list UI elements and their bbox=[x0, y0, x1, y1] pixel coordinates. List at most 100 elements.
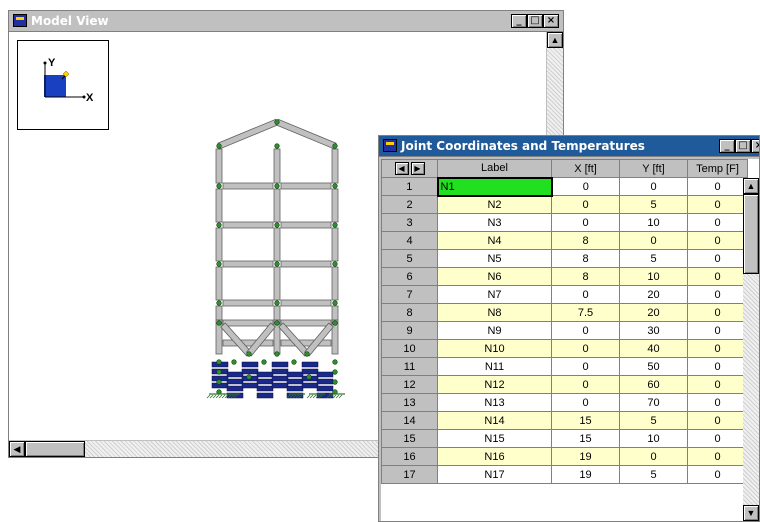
table-row[interactable]: 7 N7 0 20 0 bbox=[381, 285, 748, 304]
row-number[interactable]: 1 bbox=[381, 177, 438, 196]
close-button[interactable]: × bbox=[751, 139, 759, 153]
grid-scroll-thumb[interactable] bbox=[743, 194, 759, 274]
x-cell[interactable]: 0 bbox=[551, 321, 620, 340]
y-cell[interactable]: 40 bbox=[619, 339, 688, 358]
x-cell[interactable]: 15 bbox=[551, 429, 620, 448]
y-cell[interactable]: 70 bbox=[619, 393, 688, 412]
table-row[interactable]: 11 N11 0 50 0 bbox=[381, 357, 748, 376]
table-row[interactable]: 6 N6 8 10 0 bbox=[381, 267, 748, 286]
x-cell[interactable]: 8 bbox=[551, 267, 620, 286]
label-cell[interactable]: N5 bbox=[437, 249, 552, 268]
temp-cell[interactable]: 0 bbox=[687, 321, 748, 340]
temp-cell[interactable]: 0 bbox=[687, 411, 748, 430]
column-header-temp[interactable]: Temp [F] bbox=[687, 159, 748, 178]
label-cell[interactable]: N2 bbox=[437, 195, 552, 214]
temp-cell[interactable]: 0 bbox=[687, 195, 748, 214]
joint-grid-area[interactable]: ◀ ▶ Label X [ft] Y [ft] Temp [F] 1 N1 0 0 0 2 N… bbox=[381, 159, 759, 521]
table-row[interactable]: 16 N16 19 0 0 bbox=[381, 447, 748, 466]
table-row[interactable]: 13 N13 0 70 0 bbox=[381, 393, 748, 412]
scroll-left-button[interactable]: ◀ bbox=[9, 441, 25, 457]
row-number[interactable]: 17 bbox=[381, 465, 438, 484]
x-cell[interactable]: 0 bbox=[551, 177, 620, 196]
table-row[interactable]: 17 N17 19 5 0 bbox=[381, 465, 748, 484]
row-number[interactable]: 6 bbox=[381, 267, 438, 286]
label-cell[interactable]: N6 bbox=[437, 267, 552, 286]
column-header-label[interactable]: Label bbox=[437, 159, 552, 178]
temp-cell[interactable]: 0 bbox=[687, 357, 748, 376]
x-cell[interactable]: 0 bbox=[551, 339, 620, 358]
grid-scroll-up-button[interactable]: ▲ bbox=[743, 178, 759, 194]
joint-window-titlebar[interactable]: Joint Coordinates and Temperatures _ □ × bbox=[379, 136, 759, 157]
label-cell[interactable]: N17 bbox=[437, 465, 552, 484]
temp-cell[interactable]: 0 bbox=[687, 339, 748, 358]
temp-cell[interactable]: 0 bbox=[687, 177, 748, 196]
table-row[interactable]: 1 N1 0 0 0 bbox=[381, 176, 748, 197]
grid-scroll-down-button[interactable]: ▼ bbox=[743, 505, 759, 521]
column-header-x[interactable]: X [ft] bbox=[551, 159, 620, 178]
temp-cell[interactable]: 0 bbox=[687, 231, 748, 250]
table-row[interactable]: 4 N4 8 0 0 bbox=[381, 231, 748, 250]
label-cell[interactable]: N9 bbox=[437, 321, 552, 340]
x-cell[interactable]: 8 bbox=[551, 249, 620, 268]
row-number[interactable]: 15 bbox=[381, 429, 438, 448]
x-cell[interactable]: 0 bbox=[551, 357, 620, 376]
table-row[interactable]: 2 N2 0 5 0 bbox=[381, 195, 748, 214]
table-row[interactable]: 9 N9 0 30 0 bbox=[381, 321, 748, 340]
y-cell[interactable]: 10 bbox=[619, 267, 688, 286]
label-cell[interactable]: N10 bbox=[437, 339, 552, 358]
temp-cell[interactable]: 0 bbox=[687, 465, 748, 484]
row-number[interactable]: 2 bbox=[381, 195, 438, 214]
model-view-titlebar[interactable]: Model View _ □ × bbox=[9, 11, 563, 32]
row-number[interactable]: 8 bbox=[381, 303, 438, 322]
temp-cell[interactable]: 0 bbox=[687, 267, 748, 286]
row-number[interactable]: 16 bbox=[381, 447, 438, 466]
label-cell[interactable]: N8 bbox=[437, 303, 552, 322]
table-row[interactable]: 15 N15 15 10 0 bbox=[381, 429, 748, 448]
temp-cell[interactable]: 0 bbox=[687, 303, 748, 322]
label-cell[interactable]: N12 bbox=[437, 375, 552, 394]
label-cell[interactable]: N11 bbox=[437, 357, 552, 376]
column-header-y[interactable]: Y [ft] bbox=[619, 159, 688, 178]
y-cell[interactable]: 0 bbox=[619, 447, 688, 466]
label-cell[interactable]: N16 bbox=[437, 447, 552, 466]
maximize-button[interactable]: □ bbox=[527, 14, 543, 28]
close-button[interactable]: × bbox=[543, 14, 559, 28]
prev-row-button[interactable]: ◀ bbox=[394, 162, 409, 175]
label-cell[interactable]: N14 bbox=[437, 411, 552, 430]
x-cell[interactable]: 0 bbox=[551, 285, 620, 304]
row-number[interactable]: 13 bbox=[381, 393, 438, 412]
y-cell[interactable]: 10 bbox=[619, 213, 688, 232]
temp-cell[interactable]: 0 bbox=[687, 249, 748, 268]
temp-cell[interactable]: 0 bbox=[687, 213, 748, 232]
x-cell[interactable]: 7.5 bbox=[551, 303, 620, 322]
temp-cell[interactable]: 0 bbox=[687, 375, 748, 394]
joint-table[interactable]: ◀ ▶ Label X [ft] Y [ft] Temp [F] 1 N1 0 0 0 2 N… bbox=[381, 159, 748, 484]
maximize-button[interactable]: □ bbox=[735, 139, 751, 153]
horizontal-scroll-thumb[interactable] bbox=[25, 441, 85, 457]
y-cell[interactable]: 5 bbox=[619, 411, 688, 430]
temp-cell[interactable]: 0 bbox=[687, 447, 748, 466]
x-cell[interactable]: 0 bbox=[551, 195, 620, 214]
row-number[interactable]: 5 bbox=[381, 249, 438, 268]
temp-cell[interactable]: 0 bbox=[687, 429, 748, 448]
row-number[interactable]: 10 bbox=[381, 339, 438, 358]
row-number[interactable]: 3 bbox=[381, 213, 438, 232]
grid-vertical-scrollbar[interactable]: ▲ ▼ bbox=[743, 178, 759, 521]
temp-cell[interactable]: 0 bbox=[687, 393, 748, 412]
y-cell[interactable]: 10 bbox=[619, 429, 688, 448]
row-number[interactable]: 14 bbox=[381, 411, 438, 430]
y-cell[interactable]: 0 bbox=[619, 177, 688, 196]
minimize-button[interactable]: _ bbox=[719, 139, 735, 153]
y-cell[interactable]: 20 bbox=[619, 285, 688, 304]
row-number[interactable]: 12 bbox=[381, 375, 438, 394]
y-cell[interactable]: 20 bbox=[619, 303, 688, 322]
label-cell[interactable]: N7 bbox=[437, 285, 552, 304]
table-row[interactable]: 12 N12 0 60 0 bbox=[381, 375, 748, 394]
x-cell[interactable]: 8 bbox=[551, 231, 620, 250]
y-cell[interactable]: 60 bbox=[619, 375, 688, 394]
row-number[interactable]: 7 bbox=[381, 285, 438, 304]
label-cell[interactable]: N15 bbox=[437, 429, 552, 448]
table-row[interactable]: 10 N10 0 40 0 bbox=[381, 339, 748, 358]
x-cell[interactable]: 0 bbox=[551, 375, 620, 394]
row-number[interactable]: 9 bbox=[381, 321, 438, 340]
